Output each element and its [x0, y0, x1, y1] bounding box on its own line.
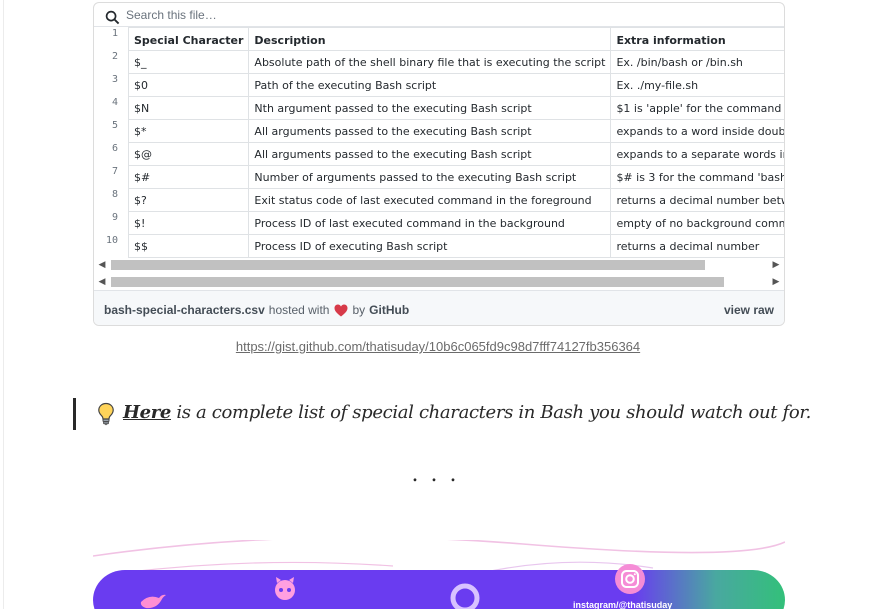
- table-row: $? Exit status code of last executed com…: [127, 188, 784, 212]
- cell-description: All arguments passed to the executing Ba…: [248, 142, 612, 166]
- octocat-icon: [275, 577, 295, 600]
- cell-extra-information: Ex. /bin/bash or /bin.sh: [610, 50, 784, 74]
- table-horizontal-scrollbar[interactable]: ◀ ▶: [94, 257, 784, 271]
- column-header-special-character: Special Character: [127, 27, 250, 51]
- quote-body: is a complete list of special characters…: [171, 402, 811, 423]
- scroll-right-arrow-icon[interactable]: ▶: [769, 274, 783, 288]
- table-row: $0 Path of the executing Bash script Ex.…: [127, 73, 784, 97]
- gist-footer: bash-special-characters.csv hosted with …: [94, 290, 784, 325]
- line-numbers: 1 2 3 4 5 6 7 8 9 10: [94, 27, 128, 257]
- promo-banner: instagram/@thatisuday: [93, 540, 785, 609]
- line-number[interactable]: 5: [94, 119, 128, 142]
- cell-extra-information: empty of no background command wa: [610, 211, 784, 235]
- line-number[interactable]: 3: [94, 73, 128, 96]
- lightbulb-icon: [98, 402, 114, 426]
- cell-special-character: $?: [127, 188, 250, 212]
- here-link[interactable]: Here: [123, 402, 171, 423]
- column-header-description: Description: [248, 27, 612, 51]
- scrollbar-thumb[interactable]: [111, 260, 705, 270]
- blockquote: Here is a complete list of special chara…: [73, 398, 811, 430]
- line-number[interactable]: 8: [94, 188, 128, 211]
- table-row: $# Number of arguments passed to the exe…: [127, 165, 784, 189]
- gist-horizontal-scrollbar[interactable]: ◀ ▶: [94, 274, 784, 288]
- cell-description: Path of the executing Bash script: [248, 73, 612, 97]
- search-input[interactable]: [126, 6, 626, 24]
- scroll-right-arrow-icon[interactable]: ▶: [769, 257, 783, 271]
- table-row: $N Nth argument passed to the executing …: [127, 96, 784, 120]
- cell-description: Number of arguments passed to the execut…: [248, 165, 612, 189]
- gist-embed: 1 2 3 4 5 6 7 8 9 10 Special Character D…: [93, 2, 785, 326]
- table-row: $! Process ID of last executed command i…: [127, 211, 784, 235]
- quote-text: Here is a complete list of special chara…: [123, 402, 811, 423]
- cell-description: Nth argument passed to the executing Bas…: [248, 96, 612, 120]
- table-row: $* All arguments passed to the executing…: [127, 119, 784, 143]
- instagram-icon: [615, 564, 645, 594]
- table-row: $@ All arguments passed to the executing…: [127, 142, 784, 166]
- scroll-left-arrow-icon[interactable]: ◀: [95, 274, 109, 288]
- cell-description: All arguments passed to the executing Ba…: [248, 119, 612, 143]
- cell-special-character: $*: [127, 119, 250, 143]
- cell-extra-information: returns a decimal number: [610, 234, 784, 258]
- github-link[interactable]: GitHub: [369, 303, 409, 317]
- scrollbar-thumb[interactable]: [111, 277, 724, 287]
- table-row: $_ Absolute path of the shell binary fil…: [127, 50, 784, 74]
- cell-description: Absolute path of the shell binary file t…: [248, 50, 612, 74]
- cell-extra-information: expands to a separate words inside dc: [610, 142, 784, 166]
- gist-meta: bash-special-characters.csv hosted with …: [104, 303, 409, 317]
- cell-special-character: $$: [127, 234, 250, 258]
- csv-table: Special Character Description Extra info…: [127, 27, 784, 258]
- line-number[interactable]: 4: [94, 96, 128, 119]
- cell-special-character: $N: [127, 96, 250, 120]
- cell-extra-information: $1 is 'apple' for the command 'bash fil: [610, 96, 784, 120]
- hosted-with-text: hosted with: [268, 303, 330, 317]
- table-header-row: Special Character Description Extra info…: [127, 27, 784, 51]
- cell-extra-information: returns a decimal number between 0-2: [610, 188, 784, 212]
- left-border-line: [3, 0, 4, 609]
- cell-extra-information: $# is 3 for the command 'bash file.sh A: [610, 165, 784, 189]
- cell-description: Exit status code of last executed comman…: [248, 188, 612, 212]
- cell-special-character: $0: [127, 73, 250, 97]
- search-icon: [105, 10, 120, 25]
- scroll-left-arrow-icon[interactable]: ◀: [95, 257, 109, 271]
- line-number[interactable]: 1: [94, 27, 128, 50]
- file-search-bar: [94, 3, 784, 27]
- line-number[interactable]: 10: [94, 234, 128, 257]
- line-number[interactable]: 6: [94, 142, 128, 165]
- line-number[interactable]: 9: [94, 211, 128, 234]
- column-header-extra-information: Extra information: [610, 27, 784, 51]
- cell-extra-information: Ex. ./my-file.sh: [610, 73, 784, 97]
- by-text: by: [352, 303, 366, 317]
- view-raw-link[interactable]: view raw: [724, 303, 774, 317]
- line-number[interactable]: 2: [94, 50, 128, 73]
- cell-description: Process ID of executing Bash script: [248, 234, 612, 258]
- line-number[interactable]: 7: [94, 165, 128, 188]
- section-separator: ...: [411, 462, 469, 487]
- table-row: $$ Process ID of executing Bash script r…: [127, 234, 784, 258]
- banner-graphic: instagram/@thatisuday: [93, 540, 785, 609]
- cell-special-character: $@: [127, 142, 250, 166]
- cell-extra-information: expands to a word inside double-quot: [610, 119, 784, 143]
- heart-icon: [334, 304, 348, 316]
- cell-description: Process ID of last executed command in t…: [248, 211, 612, 235]
- cell-special-character: $_: [127, 50, 250, 74]
- cell-special-character: $!: [127, 211, 250, 235]
- gist-filename-link[interactable]: bash-special-characters.csv: [104, 303, 265, 317]
- instagram-handle: instagram/@thatisuday: [573, 600, 672, 609]
- banner-background: [93, 570, 785, 609]
- cell-special-character: $#: [127, 165, 250, 189]
- gist-url-link[interactable]: https://gist.github.com/thatisuday/10b6c…: [0, 339, 872, 354]
- decor-curve: [93, 540, 785, 557]
